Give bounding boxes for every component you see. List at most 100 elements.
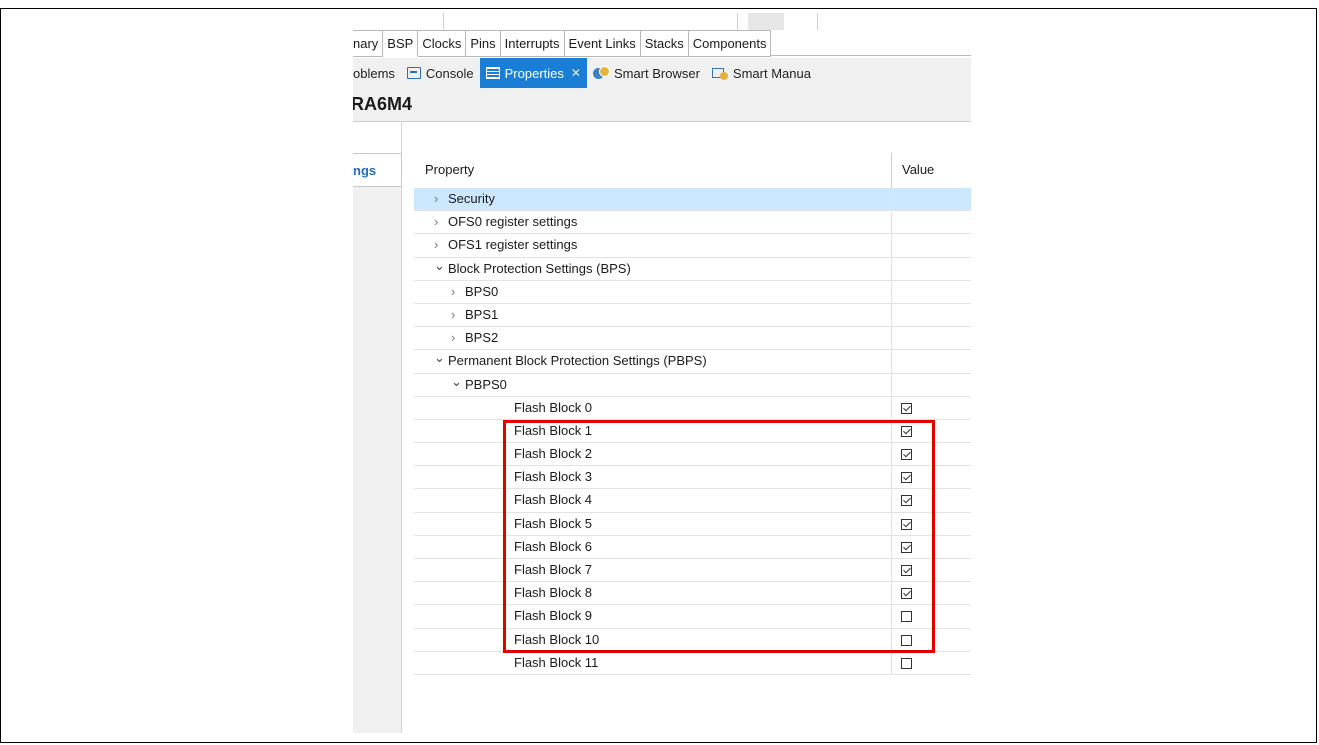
column-header-value[interactable]: Value [902, 162, 934, 177]
column-divider [891, 280, 892, 303]
column-divider [891, 396, 892, 419]
value-cell [901, 634, 912, 649]
table-row[interactable]: › BPS1 [414, 303, 971, 328]
chevron-right-icon[interactable]: › [434, 191, 448, 206]
value-checkbox[interactable] [901, 588, 912, 600]
close-icon[interactable]: ✕ [571, 66, 581, 80]
column-divider [891, 651, 892, 674]
column-divider [891, 188, 892, 211]
table-row[interactable]: Flash Block 6 [414, 535, 971, 559]
value-checkbox[interactable] [901, 611, 912, 623]
column-divider [891, 419, 892, 443]
tab-console-label: Console [425, 65, 474, 81]
property-label: Flash Block 7 [514, 562, 593, 577]
table-row[interactable]: Flash Block 0 [414, 396, 971, 420]
editor-tab-pins[interactable]: Pins [466, 30, 501, 57]
properties-view-screenshot: nary BSP Clocks Pins Interrupts Event Li… [353, 13, 971, 733]
property-label: BPS0 [465, 283, 499, 299]
table-row[interactable]: Flash Block 2 [414, 443, 971, 467]
table-row[interactable]: Flash Block 10 [414, 628, 971, 652]
value-cell [901, 518, 912, 533]
tab-smart-manual-label: Smart Manua [732, 65, 811, 81]
properties-icon [485, 67, 500, 79]
table-row[interactable]: ⌄ PBPS0 [414, 373, 971, 397]
table-row[interactable]: Flash Block 4 [414, 489, 971, 513]
editor-tab-bsp[interactable]: BSP [383, 30, 419, 57]
property-label: Flash Block 4 [514, 492, 593, 508]
chevron-down-icon[interactable]: ⌄ [451, 374, 465, 390]
property-label: OFS1 register settings [448, 237, 578, 253]
property-cell: Flash Block 5 [514, 516, 592, 531]
value-checkbox[interactable] [901, 634, 912, 646]
table-row[interactable]: Flash Block 3 [414, 466, 971, 490]
value-checkbox[interactable] [901, 541, 912, 553]
column-divider [891, 582, 892, 605]
chevron-right-icon[interactable]: › [434, 214, 448, 229]
table-row[interactable]: Flash Block 8 [414, 582, 971, 606]
column-divider[interactable] [891, 153, 892, 188]
value-cell [901, 402, 912, 417]
value-cell [901, 494, 912, 509]
table-row[interactable]: › OFS1 register settings [414, 234, 971, 258]
table-row[interactable]: Flash Block 7 [414, 559, 971, 583]
value-checkbox[interactable] [901, 402, 912, 414]
tab-console[interactable]: Console [401, 58, 480, 88]
property-cell: Flash Block 3 [514, 469, 592, 484]
column-header-property[interactable]: Property [425, 162, 474, 177]
tab-smart-browser[interactable]: Smart Browser [587, 58, 706, 88]
property-cell: Flash Block 8 [514, 585, 592, 600]
value-checkbox[interactable] [901, 472, 912, 484]
editor-tab-event-links[interactable]: Event Links [564, 30, 641, 57]
editor-tab-summary[interactable]: nary [353, 30, 384, 57]
chevron-right-icon[interactable]: › [451, 284, 465, 299]
table-row[interactable]: Flash Block 1 [414, 419, 971, 444]
tab-smart-manual[interactable]: Smart Manua [706, 58, 817, 88]
value-cell [901, 541, 912, 556]
table-row[interactable]: › BPS0 [414, 280, 971, 304]
editor-tab-interrupts[interactable]: Interrupts [500, 30, 565, 57]
chevron-right-icon[interactable]: › [451, 307, 465, 322]
property-label: Permanent Block Protection Settings (PBP… [448, 353, 707, 369]
editor-tab-clocks[interactable]: Clocks [418, 30, 467, 57]
property-cell: Flash Block 11 [514, 655, 598, 670]
property-label: Flash Block 0 [514, 399, 593, 415]
value-checkbox[interactable] [901, 518, 912, 530]
table-row[interactable]: ⌄ Block Protection Settings (BPS) [414, 257, 971, 281]
column-divider [891, 466, 892, 489]
property-cell: › BPS2 [451, 330, 498, 345]
property-label: PBPS0 [465, 376, 507, 392]
value-checkbox[interactable] [901, 657, 912, 669]
table-row[interactable]: › OFS0 register settings [414, 211, 971, 235]
column-divider [891, 605, 892, 628]
value-checkbox[interactable] [901, 565, 912, 576]
column-divider [891, 443, 892, 466]
tab-settings[interactable]: ngs [353, 153, 402, 187]
table-row[interactable]: › BPS2 [414, 327, 971, 351]
property-label: Flash Block 9 [514, 608, 593, 624]
column-divider [891, 350, 892, 373]
table-row[interactable]: Flash Block 11 [414, 651, 971, 675]
table-row[interactable]: ⌄ Permanent Block Protection Settings (PB… [414, 350, 971, 374]
value-cell [901, 448, 912, 463]
table-row[interactable]: › Security [414, 188, 971, 212]
editor-tab-stacks[interactable]: Stacks [640, 30, 689, 57]
table-row[interactable]: Flash Block 5 [414, 512, 971, 536]
value-checkbox[interactable] [901, 425, 912, 437]
value-checkbox[interactable] [901, 449, 912, 461]
property-cell: Flash Block 6 [514, 539, 592, 554]
chevron-down-icon[interactable]: ⌄ [434, 350, 448, 366]
column-divider [891, 512, 892, 535]
editor-tab-components[interactable]: Components [688, 30, 772, 57]
table-row[interactable]: Flash Block 9 [414, 605, 971, 629]
chevron-down-icon[interactable]: ⌄ [434, 258, 448, 274]
column-divider [891, 373, 892, 396]
chevron-right-icon[interactable]: › [434, 237, 448, 252]
chevron-right-icon[interactable]: › [451, 330, 465, 345]
column-divider [891, 257, 892, 280]
value-checkbox[interactable] [901, 495, 912, 507]
property-cell: ⌄ PBPS0 [451, 374, 507, 393]
tab-properties[interactable]: Properties ✕ [479, 58, 587, 88]
tab-problems[interactable]: oblems [353, 58, 401, 88]
property-cell: › BPS0 [451, 284, 498, 299]
property-cell: ⌄ Permanent Block Protection Settings (PB… [434, 350, 707, 369]
